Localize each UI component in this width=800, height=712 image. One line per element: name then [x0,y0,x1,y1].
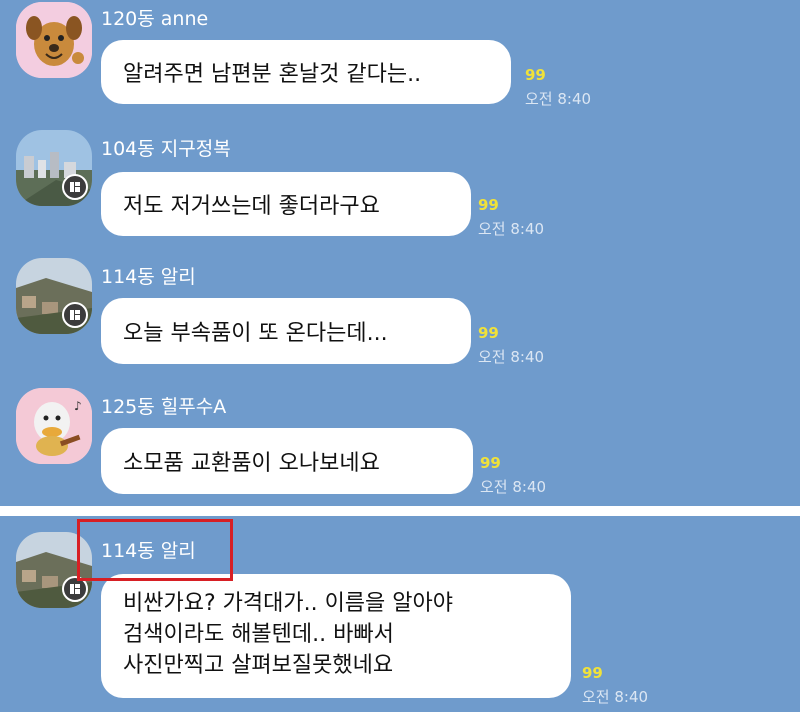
sender-name: 114동 알리 [101,266,196,288]
message-time: 오전 8:40 [480,478,547,496]
message-text-line: 비싼가요? 가격대가.. 이름을 알아야 [123,591,454,616]
message-text: 알려주면 남편분 혼날것 같다는.. [123,62,422,87]
message-text-line: 사진만찍고 살펴보질못했네요 [123,653,394,678]
sender-name: 104동 지구정복 [101,138,231,160]
message-bubble[interactable]: 저도 저거쓰는데 좋더라구요 [101,172,471,236]
highlight-box [77,519,233,581]
message-text: 오늘 부속품이 또 온다는데... [123,321,388,346]
message-time: 오전 8:40 [478,220,545,238]
unread-count: 99 [582,664,603,682]
unread-count: 99 [480,454,501,472]
message-time: 오전 8:40 [478,348,545,366]
message-time: 오전 8:40 [525,90,592,108]
unread-count: 99 [478,324,499,342]
message-text: 소모품 교환품이 오나보네요 [123,451,380,476]
sender-name: 125동 힐푸수A [101,396,227,418]
message-text: 저도 저거쓰는데 좋더라구요 [123,194,380,219]
message-time: 오전 8:40 [582,688,649,706]
dog-character-icon[interactable] [16,2,92,78]
sender-name: 120동 anne [101,8,209,30]
message-bubble[interactable]: 오늘 부속품이 또 온다는데... [101,298,471,364]
message-text-line: 검색이라도 해볼텐데.. 바빠서 [123,622,394,647]
chat-panel-top: 120동 anne 알려주면 남편분 혼날것 같다는.. 99 오전 8:40 … [0,0,800,506]
svg-text:♪: ♪ [74,399,82,413]
message-bubble[interactable]: 알려주면 남편분 혼날것 같다는.. [101,40,511,104]
duck-guitar-icon[interactable]: ♪ [16,388,92,464]
profile-badge-icon [62,302,88,328]
profile-badge-icon [62,174,88,200]
message-bubble[interactable]: 비싼가요? 가격대가.. 이름을 알아야 검색이라도 해볼텐데.. 바빠서 사진… [101,574,571,698]
unread-count: 99 [525,66,546,84]
unread-count: 99 [478,196,499,214]
message-bubble[interactable]: 소모품 교환품이 오나보네요 [101,428,473,494]
